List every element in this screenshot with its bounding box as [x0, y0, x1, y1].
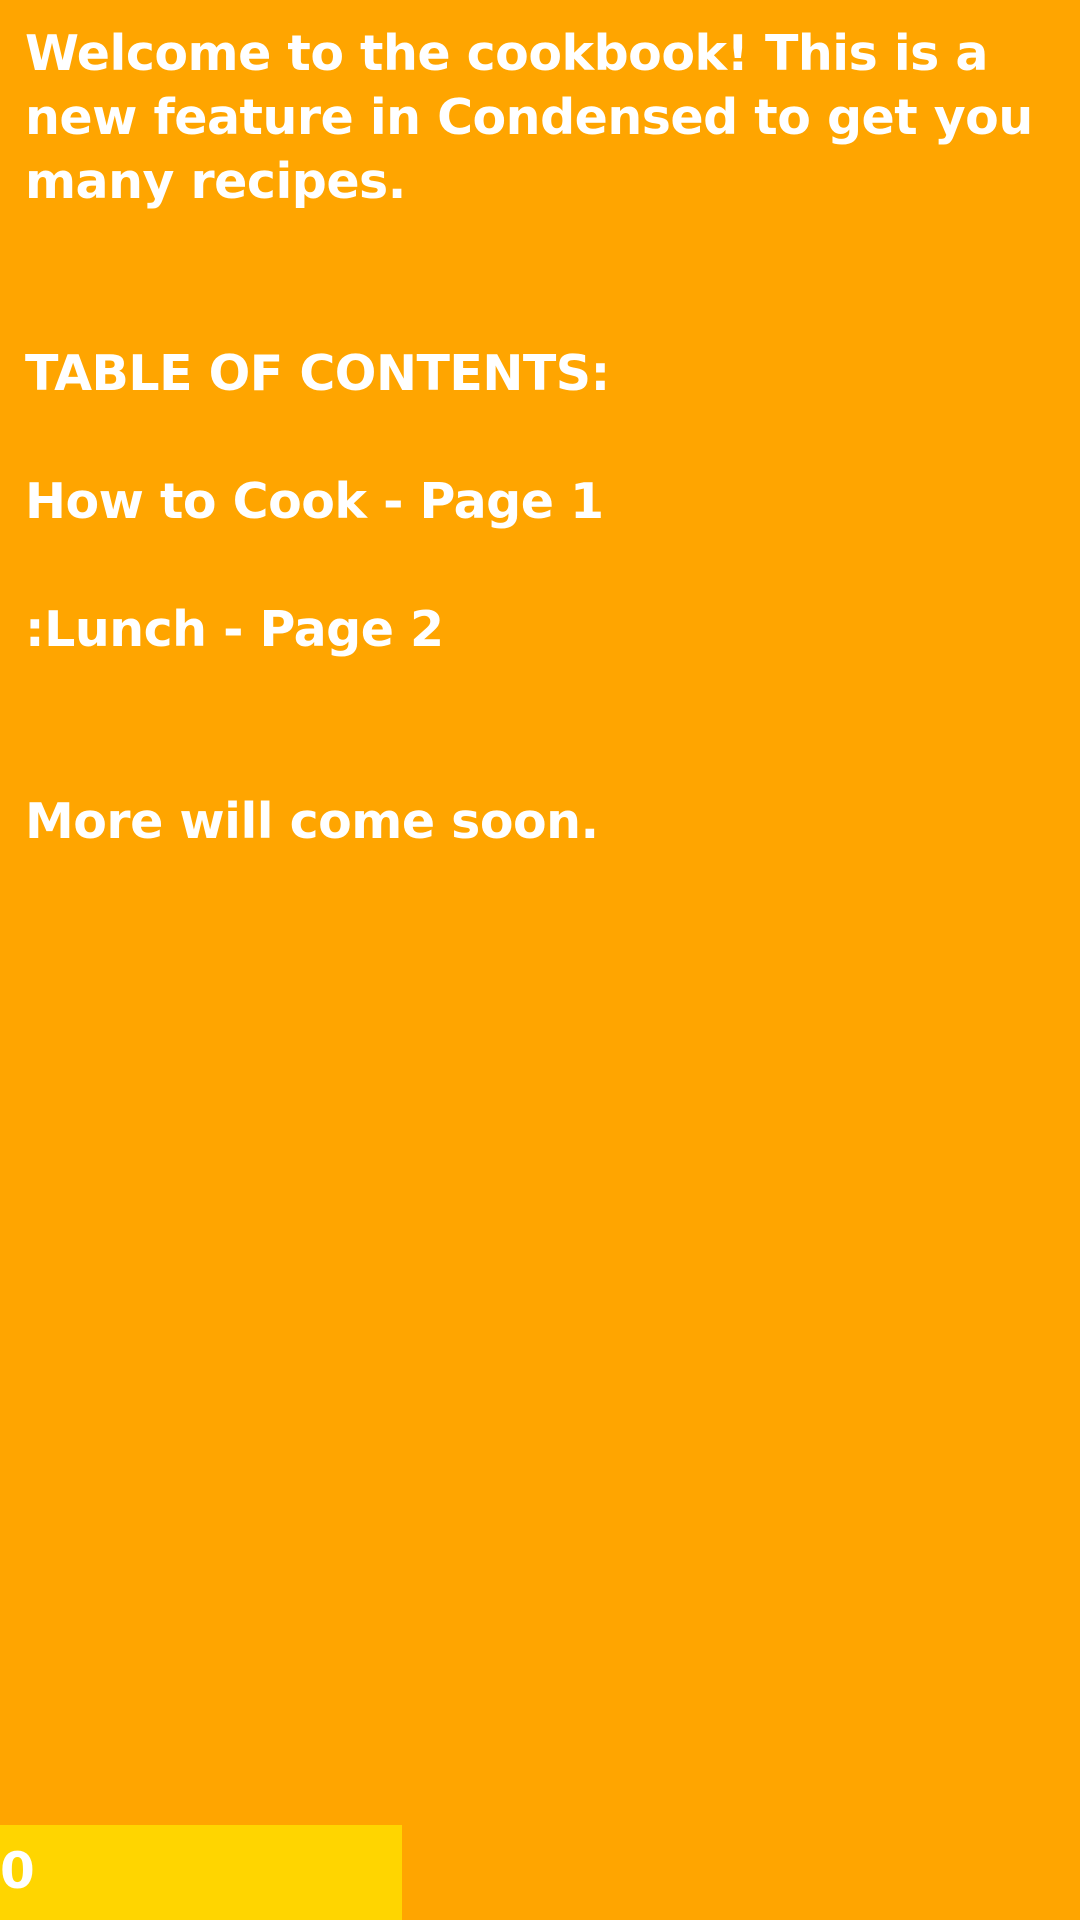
page-counter[interactable]: 0	[0, 1825, 402, 1920]
toc-item-how-to-cook[interactable]: How to Cook - Page 1	[25, 470, 1045, 534]
toc-heading: TABLE OF CONTENTS:	[25, 345, 610, 402]
toc-item-lunch[interactable]: :Lunch - Page 2	[25, 598, 1045, 662]
more-coming-note: More will come soon.	[25, 793, 599, 850]
intro-text: Welcome to the cookbook! This is a new f…	[25, 25, 1033, 210]
page-counter-value: 0	[0, 1842, 35, 1900]
cookbook-page: Welcome to the cookbook! This is a new f…	[25, 22, 1045, 854]
